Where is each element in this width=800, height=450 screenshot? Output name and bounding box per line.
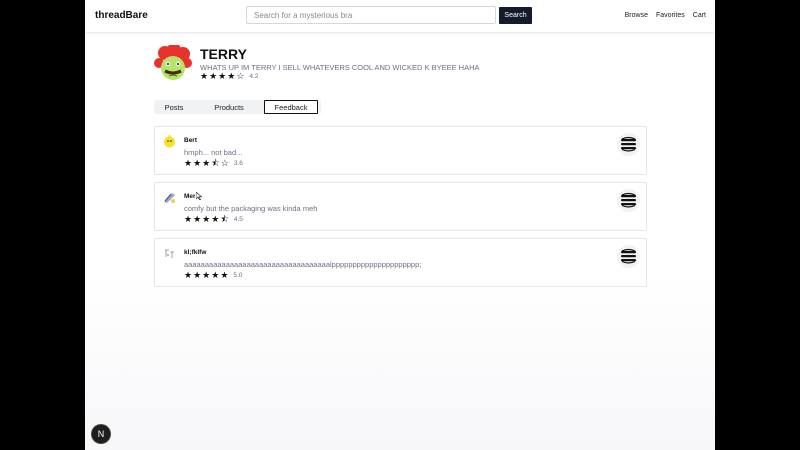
reviewer-name: kl;fklfw <box>184 249 207 256</box>
star-icon: ★ <box>211 270 220 280</box>
seller-rating: ★ ★ ★ ★ ☆ 4.2 <box>200 72 258 81</box>
product-thumbnail[interactable] <box>617 133 640 156</box>
nav-link-favorites[interactable]: Favorites <box>656 12 685 19</box>
nav-link-cart[interactable]: Cart <box>693 12 706 19</box>
feedback-card: Mer comfy but the packaging was kinda me… <box>154 182 647 231</box>
star-icon: ★ <box>193 214 202 224</box>
review-rating: ★ ★ ★ ⯪ ☆ 3.6 <box>184 159 243 168</box>
star-half-icon: ⯪ <box>220 214 229 224</box>
reviewer-avatar <box>162 190 177 205</box>
star-icon: ★ <box>202 158 211 168</box>
review-text: comfy but the packaging was kinda meh <box>184 204 318 213</box>
star-icon: ★ <box>202 214 211 224</box>
product-thumbnail[interactable] <box>617 245 640 268</box>
review-text: aaaaaaaaaaaaaaaaaaaaaaaaaaaaaaaaaaalpppp… <box>184 260 422 269</box>
feedback-card: kl;fklfw aaaaaaaaaaaaaaaaaaaaaaaaaaaaaaa… <box>154 238 647 287</box>
star-icon: ★ <box>184 158 193 168</box>
page: threadBare Search Browse Favorites Cart … <box>85 0 715 450</box>
top-navbar: threadBare Search Browse Favorites Cart <box>85 0 715 33</box>
tab-products[interactable]: Products <box>194 100 264 114</box>
review-rating: ★ ★ ★ ★ ⯪ 4.5 <box>184 215 243 224</box>
reviewer-name: Bert <box>184 137 198 144</box>
reviewer-avatar <box>162 246 177 261</box>
nav-links: Browse Favorites Cart <box>625 12 706 19</box>
seller-rating-value: 4.2 <box>249 73 259 80</box>
seller-name: TERRY <box>200 46 247 62</box>
review-rating: ★ ★ ★ ★ ★ 5.0 <box>184 271 242 280</box>
star-icon: ★ <box>211 214 220 224</box>
star-icon: ★ <box>227 71 236 81</box>
star-icon: ★ <box>184 214 193 224</box>
mouse-cursor-icon <box>196 192 202 200</box>
star-empty-icon: ☆ <box>220 158 229 168</box>
nav-link-browse[interactable]: Browse <box>625 12 648 19</box>
review-rating-value: 4.5 <box>233 216 243 223</box>
tab-posts[interactable]: Posts <box>154 100 194 114</box>
review-rating-value: 3.6 <box>233 160 243 167</box>
profile-tabs: Posts Products Feedback <box>154 100 321 114</box>
star-icon: ★ <box>202 270 211 280</box>
star-icon: ★ <box>193 158 202 168</box>
brand-logo[interactable]: threadBare <box>95 10 148 21</box>
star-icon: ★ <box>193 270 202 280</box>
reviewer-name: Mer <box>184 193 196 200</box>
star-icon: ★ <box>220 270 229 280</box>
review-text: hmph... not bad... <box>184 148 243 157</box>
search-button[interactable]: Search <box>499 7 532 24</box>
star-half-icon: ⯪ <box>211 158 220 168</box>
search-input[interactable] <box>246 6 496 24</box>
star-icon: ★ <box>218 71 227 81</box>
reviewer-avatar <box>162 134 177 149</box>
review-rating-value: 5.0 <box>233 272 243 279</box>
seller-avatar <box>154 45 192 83</box>
star-icon: ★ <box>184 270 193 280</box>
star-icon: ★ <box>209 71 218 81</box>
feedback-card: Bert hmph... not bad... ★ ★ ★ ⯪ ☆ 3.6 <box>154 126 647 175</box>
star-icon: ★ <box>200 71 209 81</box>
star-empty-icon: ☆ <box>236 71 245 81</box>
tab-feedback[interactable]: Feedback <box>264 100 318 114</box>
product-thumbnail[interactable] <box>617 189 640 212</box>
dev-tools-badge[interactable]: N <box>92 425 110 443</box>
